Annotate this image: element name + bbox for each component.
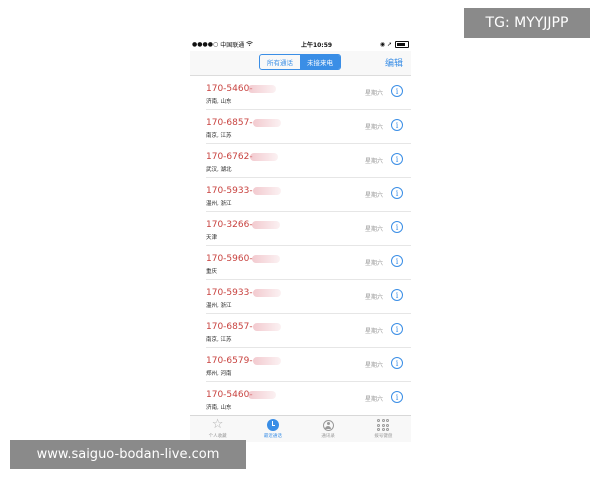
battery-icon [394, 41, 409, 48]
call-day: 星期六 [364, 226, 383, 233]
call-location: 南京, 江苏 [206, 133, 232, 139]
info-icon[interactable]: i [391, 323, 403, 335]
call-location: 武汉, 湖北 [206, 167, 232, 173]
call-row[interactable]: 170-5460- 济南, 山东 星期六 i [206, 76, 411, 110]
info-icon[interactable]: i [391, 153, 403, 165]
info-icon[interactable]: i [391, 357, 403, 369]
tab-bar: ☆ 个人收藏 最近通话 通讯录 拨号键盘 [190, 415, 411, 442]
redacted-number [250, 153, 278, 161]
signal-strength: ●●●●○ [192, 41, 219, 48]
call-row[interactable]: 170-5933- 温州, 浙江 星期六 i [206, 280, 411, 314]
status-indicator-icons: ◉ ➚ [379, 41, 392, 48]
call-row[interactable]: 170-6762- 武汉, 湖北 星期六 i [206, 144, 411, 178]
call-day: 星期六 [364, 396, 383, 403]
call-row[interactable]: 170-5933- 温州, 浙江 星期六 i [206, 178, 411, 212]
call-row[interactable]: 170-6857- 南京, 江苏 星期六 i [206, 110, 411, 144]
call-row[interactable]: 170-3266- 天津 星期六 i [206, 212, 411, 246]
call-number: 170-6857- [206, 322, 253, 332]
call-row[interactable]: 170-5460- 济南, 山东 星期六 i [206, 382, 411, 416]
call-day: 星期六 [364, 328, 383, 335]
call-location: 济南, 山东 [206, 405, 232, 411]
tab-label: 最近通话 [263, 434, 282, 439]
call-location: 济南, 山东 [206, 99, 232, 105]
redacted-number [248, 85, 276, 93]
call-day: 星期六 [364, 192, 383, 199]
call-row[interactable]: 170-6579- 郑州, 河南 星期六 i [206, 348, 411, 382]
segment-missed-calls[interactable]: 未接来电 [300, 55, 340, 69]
info-icon[interactable]: i [391, 289, 403, 301]
segment-all-calls[interactable]: 所有通话 [260, 55, 300, 69]
call-number: 170-5460- [206, 84, 253, 94]
call-location: 重庆 [206, 269, 218, 275]
clock-icon [266, 419, 279, 431]
carrier-name: 中国联通 [220, 42, 245, 49]
call-location: 南京, 江苏 [206, 337, 232, 343]
call-number: 170-6579- [206, 356, 253, 366]
call-number: 170-5960- [206, 254, 253, 264]
call-day: 星期六 [364, 124, 383, 131]
tab-label: 拨号键盘 [374, 434, 393, 439]
tab-label: 个人收藏 [208, 434, 227, 439]
call-number: 170-6857- [206, 118, 253, 128]
watermark-tg: TG: MYYJJPP [464, 8, 590, 38]
info-icon[interactable]: i [391, 391, 403, 403]
call-filter-segmented-control: 所有通话 未接来电 [259, 54, 341, 70]
call-number: 170-3266- [206, 220, 253, 230]
status-time: 上午10:59 [300, 42, 333, 49]
tab-recents[interactable]: 最近通话 [245, 416, 300, 442]
redacted-number [253, 119, 281, 127]
call-day: 星期六 [364, 90, 383, 97]
info-icon[interactable]: i [391, 221, 403, 233]
call-day: 星期六 [364, 294, 383, 301]
redacted-number [252, 255, 280, 263]
redacted-number [253, 187, 281, 195]
redacted-number [252, 221, 280, 229]
call-row[interactable]: 170-6857- 南京, 江苏 星期六 i [206, 314, 411, 348]
tab-label: 通讯录 [321, 434, 335, 439]
tab-keypad[interactable]: 拨号键盘 [356, 416, 411, 442]
call-day: 星期六 [364, 260, 383, 267]
edit-button[interactable]: 编辑 [385, 56, 403, 69]
keypad-icon [377, 419, 390, 431]
call-number: 170-5933- [206, 288, 253, 298]
redacted-number [253, 357, 281, 365]
tab-favorites[interactable]: ☆ 个人收藏 [190, 416, 245, 442]
recent-calls-list: 170-5460- 济南, 山东 星期六 i 170-6857- 南京, 江苏 … [190, 76, 411, 416]
call-day: 星期六 [364, 158, 383, 165]
redacted-number [253, 323, 281, 331]
info-icon[interactable]: i [391, 119, 403, 131]
wifi-icon [246, 41, 253, 48]
call-row[interactable]: 170-5960- 重庆 星期六 i [206, 246, 411, 280]
redacted-number [253, 289, 281, 297]
star-icon: ☆ [211, 417, 224, 432]
watermark-site: www.saiguo-bodan-live.com [10, 440, 246, 469]
call-location: 温州, 浙江 [206, 303, 232, 309]
call-number: 170-5460- [206, 390, 253, 400]
tab-contacts[interactable]: 通讯录 [301, 416, 356, 442]
call-location: 温州, 浙江 [206, 201, 232, 207]
phone-screen: ●●●●○ 中国联通 上午10:59 ◉ ➚ 所有通话 未接来电 编辑 170-… [190, 38, 411, 442]
info-icon[interactable]: i [391, 85, 403, 97]
call-location: 郑州, 河南 [206, 371, 232, 377]
redacted-number [248, 391, 276, 399]
contacts-icon [322, 419, 334, 431]
info-icon[interactable]: i [391, 255, 403, 267]
call-number: 170-6762- [206, 152, 253, 162]
call-number: 170-5933- [206, 186, 253, 196]
info-icon[interactable]: i [391, 187, 403, 199]
call-day: 星期六 [364, 362, 383, 369]
nav-bar: 所有通话 未接来电 编辑 [190, 51, 411, 76]
call-location: 天津 [206, 235, 218, 241]
status-bar: ●●●●○ 中国联通 上午10:59 ◉ ➚ [190, 38, 411, 51]
